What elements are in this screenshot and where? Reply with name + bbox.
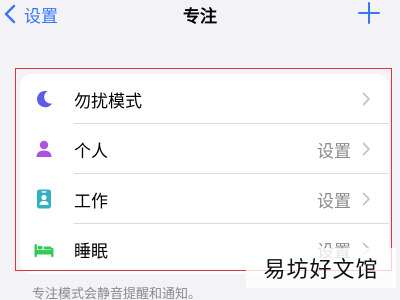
person-icon (33, 138, 55, 160)
footer-note: 专注模式会静音提醒和通知。 (32, 287, 202, 300)
focus-settings-screen: 设置 专注 勿扰模式 个人 设置 工作 设置 睡眠 专注模式会静音提醒和通知。 … (0, 0, 400, 300)
add-focus-button[interactable] (358, 2, 380, 24)
focus-item-value: 设置 (317, 191, 351, 212)
focus-item-value: 设置 (317, 141, 351, 162)
focus-item-label: 工作 (74, 191, 108, 212)
chevron-right-icon (362, 92, 371, 106)
moon-icon (33, 88, 55, 110)
page-title: 专注 (183, 7, 217, 27)
focus-item-work[interactable]: 工作 设置 (20, 174, 389, 224)
plus-icon (358, 2, 380, 24)
focus-mode-list: 勿扰模式 个人 设置 工作 设置 睡眠 (20, 74, 389, 274)
focus-item-personal[interactable]: 个人 设置 (20, 124, 389, 174)
id-badge-icon (33, 188, 55, 210)
focus-item-label: 个人 (74, 141, 108, 162)
bed-icon (33, 238, 55, 260)
focus-item-label: 勿扰模式 (74, 91, 142, 112)
focus-item-label: 睡眠 (74, 241, 108, 262)
chevron-right-icon (362, 192, 371, 206)
watermark: 易坊好文馆 (246, 248, 396, 288)
chevron-right-icon (362, 142, 371, 156)
focus-item-do-not-disturb[interactable]: 勿扰模式 (20, 74, 389, 124)
navigation-bar: 设置 专注 (0, 0, 400, 30)
